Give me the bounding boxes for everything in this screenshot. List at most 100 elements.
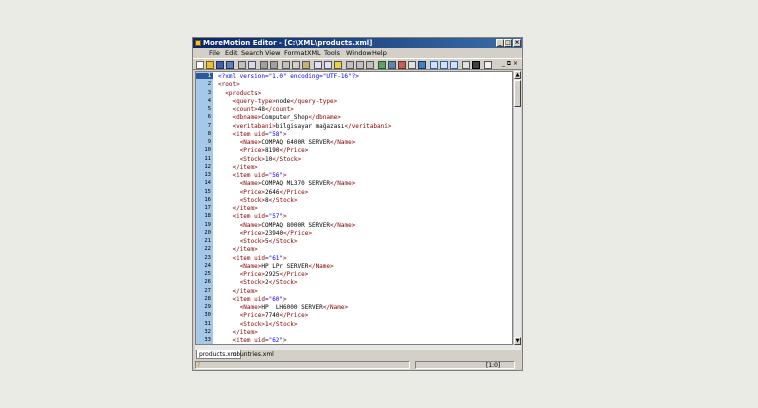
view-grid-icon[interactable] [450,61,458,69]
line-number: 32 [204,328,211,335]
indent-icon[interactable] [356,61,364,69]
code-line[interactable]: <dbname>Computer_Shop</dbname> [218,114,340,122]
code-editor[interactable]: 1 2 3 4 5 6 7 8 9 10 11 12 13 14 15 16 17 18 19 20 21 22 23 24 2… [195,71,513,345]
menu-edit[interactable]: Edit [225,48,238,58]
maximize-button[interactable]: □ [504,39,512,47]
code-line[interactable]: <item uid="56"> [218,172,286,180]
open-folder-icon[interactable] [206,61,214,69]
print-preview-icon[interactable] [248,61,256,69]
window-title: MoreMotion Editor - [C:\XML\products.xml… [203,39,373,47]
menu-window[interactable]: Window [346,48,372,58]
save-icon[interactable] [216,61,224,69]
code-line[interactable]: <Price>8190</Price> [218,147,309,155]
code-line[interactable]: <Name>COMPAQ 8000R SERVER</Name> [218,222,356,230]
scroll-thumb[interactable] [514,80,521,107]
code-line[interactable]: <item uid="62"> [218,337,286,344]
help-icon[interactable] [484,61,492,69]
menu-xml[interactable]: XML [307,48,321,58]
hint-icon: ? [197,362,201,369]
code-line[interactable]: <veritabani>bilgisayar mağazası</veritab… [218,123,391,131]
scroll-down-button[interactable]: ▼ [514,337,521,345]
window-layout-icon[interactable] [472,61,480,69]
code-line[interactable]: <Stock>1</Stock> [218,321,298,329]
code-line[interactable]: <item uid="61"> [218,255,286,263]
code-line[interactable]: <?xml version="1.0" encoding="UTF-16"?> [218,73,359,81]
line-number: 7 [207,122,211,129]
status-message-panel: ? [195,361,410,369]
line-number: 12 [204,163,211,170]
code-line[interactable]: <Stock>5</Stock> [218,238,298,246]
line-number: 15 [204,188,211,195]
title-bar[interactable]: MoreMotion Editor - [C:\XML\products.xml… [193,38,522,48]
menu-view[interactable]: View [265,48,280,58]
line-number: 13 [204,172,211,178]
code-line[interactable]: <Price>2646</Price> [218,189,309,197]
code-line[interactable]: <products> [218,90,261,98]
bookmark-icon[interactable] [334,61,342,69]
code-line[interactable]: </item> [218,329,257,337]
code-line[interactable]: <item uid="60"> [218,296,286,304]
line-number: 9 [207,139,211,145]
redo-icon[interactable] [270,61,278,69]
outdent-icon[interactable] [346,61,354,69]
code-line[interactable]: <count>48</count> [218,106,293,114]
code-line[interactable]: <Stock>2</Stock> [218,279,298,287]
view-tree-icon[interactable] [440,61,448,69]
menu-help[interactable]: Help [372,48,387,58]
new-file-icon[interactable] [196,61,204,69]
print-icon[interactable] [238,61,246,69]
menu-tools[interactable]: Tools [324,48,340,58]
copy-icon[interactable] [292,61,300,69]
code-line[interactable]: <Name>HP LPr SERVER</Name> [218,263,334,271]
menu-file[interactable]: File [209,48,220,58]
code-line[interactable]: </item> [218,246,257,254]
minimize-button[interactable]: _ [496,39,504,47]
save-all-icon[interactable] [226,61,234,69]
xsl-transform-icon[interactable] [398,61,406,69]
vertical-scrollbar[interactable]: ▲ ▼ [513,71,521,345]
align-icon[interactable] [366,61,374,69]
menu-bar: File Edit Search View Format XML Tools W… [193,48,522,67]
close-button[interactable]: × [513,39,521,47]
line-number: 8 [207,130,211,137]
code-line[interactable]: <item uid="58"> [218,131,286,139]
code-line[interactable]: </item> [218,164,257,172]
xml-check-icon[interactable] [388,61,396,69]
code-line[interactable]: <Stock>8</Stock> [218,197,298,205]
undo-icon[interactable] [260,61,268,69]
line-number: 24 [204,262,211,269]
document-tabs: products.xml countries.xml [193,350,522,360]
scroll-up-button[interactable]: ▲ [514,71,521,79]
code-line[interactable]: <Stock>10</Stock> [218,156,301,164]
tab-countries-xml[interactable]: countries.xml [231,350,276,359]
app-icon [195,40,201,46]
options-icon[interactable] [462,61,470,69]
cursor-position: [1:0] [415,361,515,369]
code-line[interactable]: <Price>7740</Price> [218,312,309,320]
menu-format[interactable]: Format [284,48,307,58]
code-line[interactable]: <root> [218,81,240,89]
code-line[interactable]: <query-type>node</query-type> [218,98,337,106]
code-line[interactable]: <Name>COMPAQ 6400R SERVER</Name> [218,139,356,147]
validate-icon[interactable] [378,61,386,69]
cut-icon[interactable] [282,61,290,69]
code-line[interactable]: <Name>HP LH6000 SERVER</Name> [218,304,348,312]
line-number: 14 [204,180,211,187]
code-line[interactable]: <Price>2925</Price> [218,271,309,279]
code-line[interactable]: <item uid="57"> [218,213,286,221]
line-number: 26 [204,279,211,286]
code-line[interactable]: <Price>23940</Price> [218,230,312,238]
replace-icon[interactable] [324,61,332,69]
paste-icon[interactable] [302,61,310,69]
code-line[interactable]: </item> [218,205,257,213]
browser-preview-icon[interactable] [418,61,426,69]
find-icon[interactable] [314,61,322,69]
format-xml-icon[interactable] [408,61,416,69]
view-code-icon[interactable] [430,61,438,69]
code-line[interactable]: </item> [218,288,257,296]
line-number: 4 [207,97,211,104]
line-number: 1 [196,73,213,79]
menu-search[interactable]: Search [241,48,263,58]
line-number: 27 [204,287,211,294]
code-line[interactable]: <Name>COMPAQ ML370 SERVER</Name> [218,180,356,188]
